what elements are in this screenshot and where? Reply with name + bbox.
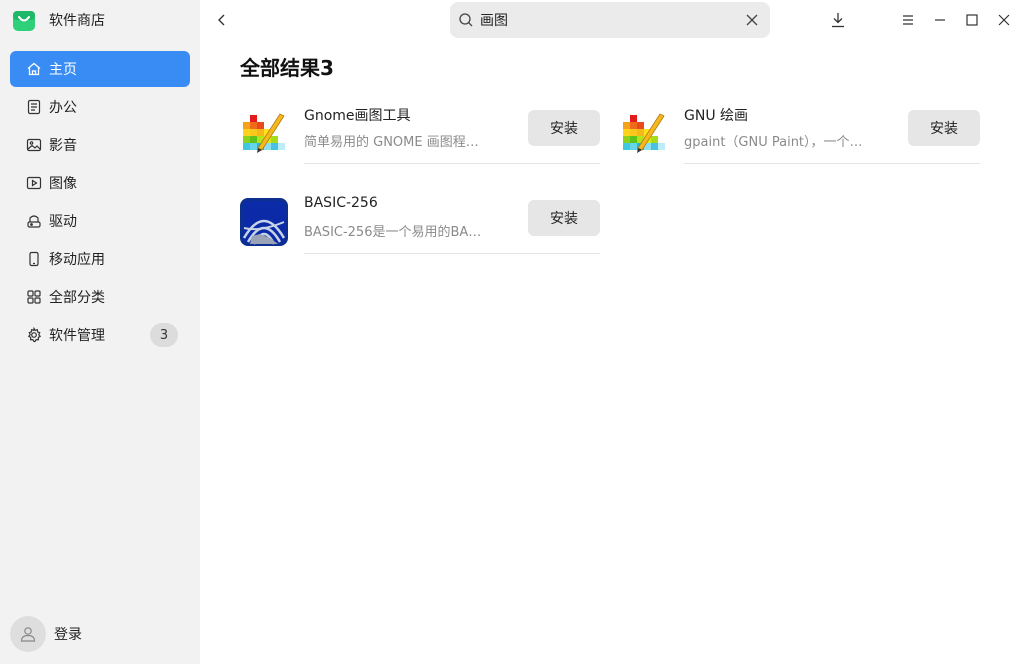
app-name: Gnome画图工具 — [304, 108, 411, 124]
store-bag-icon — [13, 11, 35, 31]
sidebar-item-label: 驱动 — [49, 214, 77, 230]
document-icon — [26, 99, 42, 115]
divider — [684, 163, 980, 164]
sidebar-item-label: 全部分类 — [49, 290, 105, 306]
mobile-icon — [26, 251, 42, 267]
minimize-button[interactable] — [930, 10, 950, 30]
download-button[interactable] — [828, 10, 848, 30]
close-icon — [746, 14, 758, 26]
paint-palette-icon — [243, 113, 285, 153]
sidebar-nav: 主页 办公 影音 图像 驱动 移动应用 全部分类 软件管理 3 — [10, 51, 190, 355]
chevron-left-icon — [218, 14, 225, 26]
home-icon — [26, 61, 42, 77]
sidebar-item-label: 影音 — [49, 138, 77, 154]
divider — [304, 163, 600, 164]
user-icon — [20, 627, 36, 642]
titlebar — [200, 0, 1024, 40]
sidebar-item-categories[interactable]: 全部分类 — [10, 279, 190, 315]
install-button[interactable]: 安装 — [528, 110, 600, 146]
maximize-button[interactable] — [962, 10, 982, 30]
driver-icon — [26, 213, 42, 229]
search-icon — [458, 12, 474, 28]
back-button[interactable] — [210, 8, 234, 32]
image-icon — [26, 175, 42, 191]
search-input[interactable] — [480, 6, 744, 34]
update-count-badge: 3 — [150, 323, 178, 347]
app-header: 软件商店 — [12, 8, 105, 32]
sidebar-item-media[interactable]: 影音 — [10, 127, 190, 163]
avatar — [10, 616, 46, 652]
app-name: GNU 绘画 — [684, 108, 749, 124]
install-button[interactable]: 安装 — [908, 110, 980, 146]
picture-icon — [26, 137, 42, 153]
sidebar-item-mobile[interactable]: 移动应用 — [10, 241, 190, 277]
sidebar-item-driver[interactable]: 驱动 — [10, 203, 190, 239]
close-button[interactable] — [994, 10, 1014, 30]
sidebar-item-management[interactable]: 软件管理 3 — [10, 317, 190, 353]
sidebar-item-office[interactable]: 办公 — [10, 89, 190, 125]
login-button[interactable]: 登录 — [10, 616, 82, 652]
main-content: 全部结果3 Gnome画图工具 简单易用的 GNOME 画图程序。 安装 — [200, 0, 1024, 664]
maximize-icon — [966, 14, 978, 26]
app-description: BASIC-256是一个易用的BASI… — [304, 225, 488, 240]
minimize-icon — [935, 19, 945, 21]
app-card[interactable]: Gnome画图工具 简单易用的 GNOME 画图程序。 安装 — [240, 100, 600, 174]
sidebar-item-label: 图像 — [49, 176, 77, 192]
search-box — [450, 2, 770, 38]
app-description: gpaint（GNU Paint），一个… — [684, 135, 863, 150]
app-card[interactable]: GNU 绘画 gpaint（GNU Paint），一个… 安装 — [620, 100, 980, 174]
gear-icon — [26, 327, 42, 343]
sidebar: 软件商店 主页 办公 影音 图像 驱动 移动应用 全部分类 软件管理 3 登录 — [0, 0, 200, 664]
divider — [304, 253, 600, 254]
sidebar-item-label: 办公 — [49, 100, 77, 116]
menu-button[interactable] — [898, 10, 918, 30]
download-icon — [832, 13, 844, 28]
sidebar-item-image[interactable]: 图像 — [10, 165, 190, 201]
app-title: 软件商店 — [49, 13, 105, 29]
app-name: BASIC-256 — [304, 195, 378, 211]
results-title: 全部结果3 — [240, 56, 334, 80]
sidebar-item-home[interactable]: 主页 — [10, 51, 190, 87]
close-icon — [998, 14, 1010, 26]
menu-icon — [903, 15, 913, 25]
paint-palette-icon — [623, 113, 665, 153]
grid-icon — [26, 289, 42, 305]
sidebar-item-label: 主页 — [49, 62, 77, 78]
clear-search-button[interactable] — [744, 12, 760, 28]
app-window: 软件商店 主页 办公 影音 图像 驱动 移动应用 全部分类 软件管理 3 登录 … — [0, 0, 1024, 664]
install-button[interactable]: 安装 — [528, 200, 600, 236]
login-label: 登录 — [54, 627, 82, 643]
app-card[interactable]: BASIC-256 BASIC-256是一个易用的BASI… 安装 — [240, 190, 600, 264]
basic256-icon — [240, 198, 288, 246]
sidebar-item-label: 移动应用 — [49, 252, 105, 268]
sidebar-item-label: 软件管理 — [49, 328, 105, 344]
app-description: 简单易用的 GNOME 画图程序。 — [304, 135, 488, 150]
